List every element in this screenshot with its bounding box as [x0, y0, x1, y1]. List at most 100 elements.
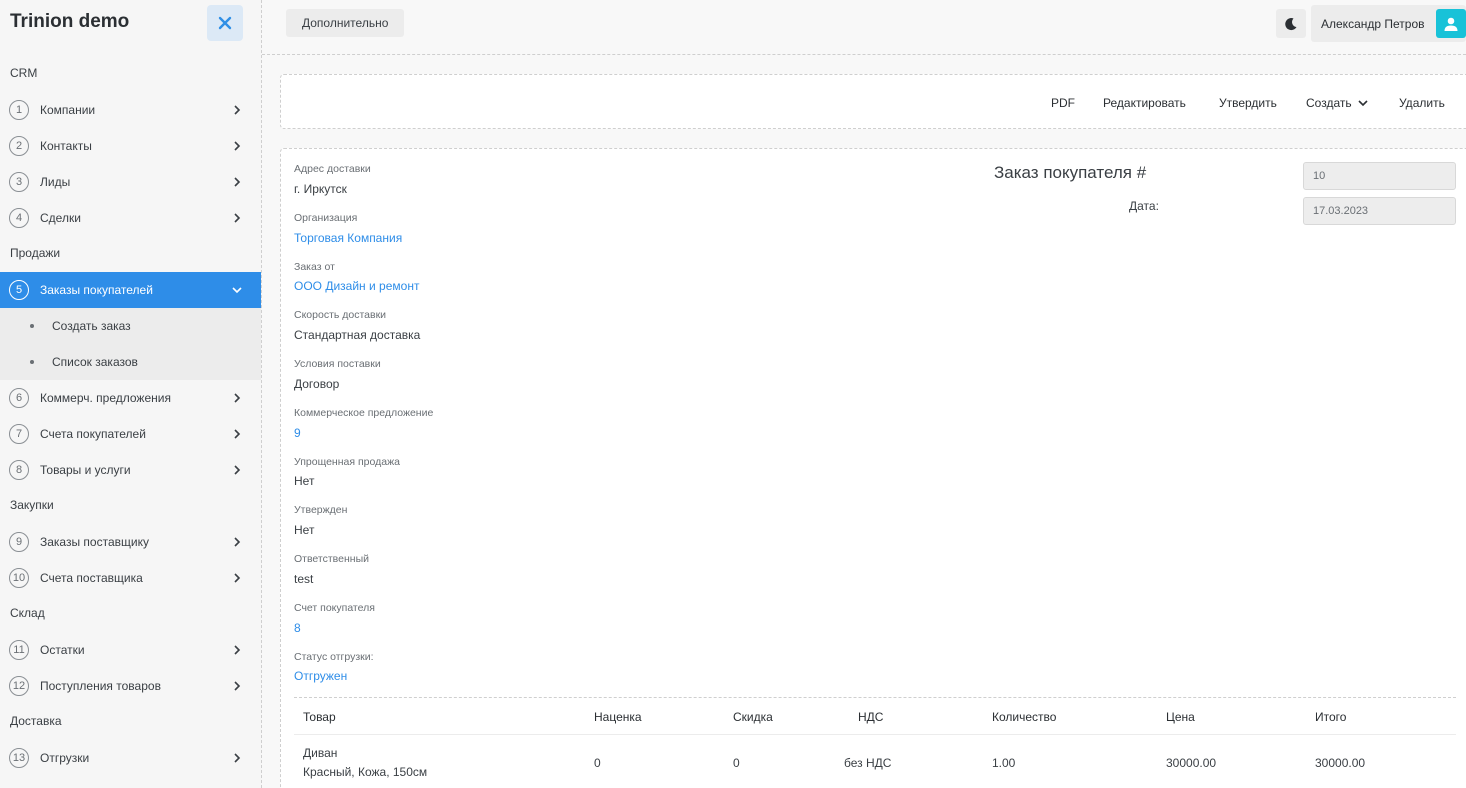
field-value: Нет [294, 474, 315, 488]
cell-vat: без НДС [844, 756, 892, 770]
subitem-label: Список заказов [52, 355, 138, 369]
col-header-price: Цена [1166, 710, 1195, 724]
user-menu[interactable]: Александр Петров [1311, 5, 1466, 42]
chevron-right-icon [232, 177, 242, 187]
nav-number: 6 [9, 388, 29, 408]
nav-number: 12 [9, 676, 29, 696]
chevron-right-icon [232, 465, 242, 475]
chevron-right-icon [232, 681, 242, 691]
delete-button[interactable]: Удалить [1399, 96, 1445, 110]
sidebar-item-customer-invoices[interactable]: 7 Счета покупателей [0, 416, 261, 452]
col-header-discount: Скидка [733, 710, 773, 724]
field-label: Упрощенная продажа [294, 456, 400, 468]
subitem-order-list[interactable]: Список заказов [0, 344, 261, 380]
section-delivery: Доставка [10, 714, 62, 728]
sidebar-item-deals[interactable]: 4 Сделки [0, 200, 261, 236]
sidebar-item-label: Счета поставщика [40, 571, 143, 585]
sidebar-item-contacts[interactable]: 2 Контакты [0, 128, 261, 164]
order-card: Адрес доставки г. Иркутск Организация То… [280, 148, 1466, 788]
cell-total: 30000.00 [1315, 756, 1366, 770]
field-label: Условия поставки [294, 358, 381, 370]
nav-number: 1 [9, 100, 29, 120]
organization-link[interactable]: Торговая Компания [294, 231, 402, 245]
chevron-right-icon [232, 645, 242, 655]
sidebar-item-leads[interactable]: 3 Лиды [0, 164, 261, 200]
sidebar-item-label: Счета покупателей [40, 427, 146, 441]
col-header-product: Товар [303, 710, 336, 724]
close-icon [218, 16, 232, 30]
sidebar-item-shipments[interactable]: 13 Отгрузки [0, 740, 261, 776]
sidebar-item-products[interactable]: 8 Товары и услуги [0, 452, 261, 488]
subitem-label: Создать заказ [52, 319, 131, 333]
moon-icon [1285, 17, 1297, 30]
field-value: test [294, 572, 314, 586]
chevron-right-icon [232, 105, 242, 115]
field-label: Адрес доставки [294, 163, 371, 175]
sidebar: Trinion demo CRM 1 Компании 2 Контакты 3… [0, 0, 262, 788]
order-date-field[interactable]: 17.03.2023 [1303, 197, 1456, 225]
nav-number: 11 [9, 640, 29, 660]
field-label: Счет покупателя [294, 602, 375, 614]
nav-number: 3 [9, 172, 29, 192]
create-dropdown[interactable]: Создать [1306, 96, 1368, 110]
customer-link[interactable]: ООО Дизайн и ремонт [294, 279, 419, 293]
section-sales: Продажи [10, 246, 61, 260]
topbar: Дополнительно Александр Петров [262, 0, 1466, 55]
section-warehouse: Склад [10, 606, 45, 620]
sidebar-item-stock[interactable]: 11 Остатки [0, 632, 261, 668]
col-header-vat: НДС [858, 710, 884, 724]
bullet-icon [30, 360, 34, 364]
subitem-create-order[interactable]: Создать заказ [0, 308, 261, 344]
field-label: Скорость доставки [294, 309, 387, 321]
field-label: Утвержден [294, 504, 348, 516]
cell-price: 30000.00 [1166, 756, 1217, 770]
sidebar-item-label: Поступления товаров [40, 679, 161, 693]
create-label: Создать [1306, 96, 1352, 110]
field-label: Организация [294, 212, 358, 224]
sidebar-item-label: Лиды [40, 175, 71, 189]
chevron-right-icon [232, 141, 242, 151]
sidebar-item-label: Сделки [40, 211, 81, 225]
field-value: Стандартная доставка [294, 328, 421, 342]
sidebar-item-proposals[interactable]: 6 Коммерч. предложения [0, 380, 261, 416]
approve-button[interactable]: Утвердить [1219, 96, 1277, 110]
chevron-down-icon [1358, 100, 1368, 107]
theme-toggle-button[interactable] [1276, 9, 1306, 38]
proposal-link[interactable]: 9 [294, 426, 301, 440]
date-label: Дата: [1129, 199, 1159, 213]
sidebar-item-label: Контакты [40, 139, 92, 153]
pdf-button[interactable]: PDF [1051, 96, 1075, 110]
nav-number: 9 [9, 532, 29, 552]
avatar [1436, 9, 1466, 38]
invoice-link[interactable]: 8 [294, 621, 301, 635]
order-number-field[interactable]: 10 [1303, 162, 1456, 190]
sidebar-item-label: Заказы покупателей [40, 283, 153, 297]
nav-number: 4 [9, 208, 29, 228]
chevron-right-icon [232, 213, 242, 223]
order-title: Заказ покупателя # [994, 163, 1147, 182]
shipment-status-link[interactable]: Отгружен [294, 669, 347, 683]
field-label: Заказ от [294, 261, 335, 273]
sidebar-item-supplier-orders[interactable]: 9 Заказы поставщику [0, 524, 261, 560]
cell-discount: 0 [733, 756, 740, 770]
extra-button[interactable]: Дополнительно [286, 9, 405, 37]
nav-number: 8 [9, 460, 29, 480]
sidebar-item-receipts[interactable]: 12 Поступления товаров [0, 668, 261, 704]
nav-number: 13 [9, 748, 29, 768]
chevron-right-icon [232, 753, 242, 763]
user-name: Александр Петров [1321, 16, 1425, 31]
sidebar-item-label: Заказы поставщику [40, 535, 149, 549]
nav-number: 2 [9, 136, 29, 156]
sidebar-item-label: Остатки [40, 643, 85, 657]
field-label: Статус отгрузки: [294, 651, 374, 663]
cell-product-desc: Красный, Кожа, 150см [303, 765, 428, 779]
close-sidebar-button[interactable] [207, 5, 243, 41]
table-header-divider [294, 734, 1456, 735]
cell-markup: 0 [594, 756, 601, 770]
sidebar-item-companies[interactable]: 1 Компании [0, 92, 261, 128]
chevron-right-icon [232, 429, 242, 439]
sidebar-item-supplier-invoices[interactable]: 10 Счета поставщика [0, 560, 261, 596]
action-bar: PDF Редактировать Утвердить Создать Удал… [280, 74, 1466, 129]
sidebar-item-customer-orders[interactable]: 5 Заказы покупателей [0, 272, 261, 308]
edit-button[interactable]: Редактировать [1103, 96, 1186, 110]
